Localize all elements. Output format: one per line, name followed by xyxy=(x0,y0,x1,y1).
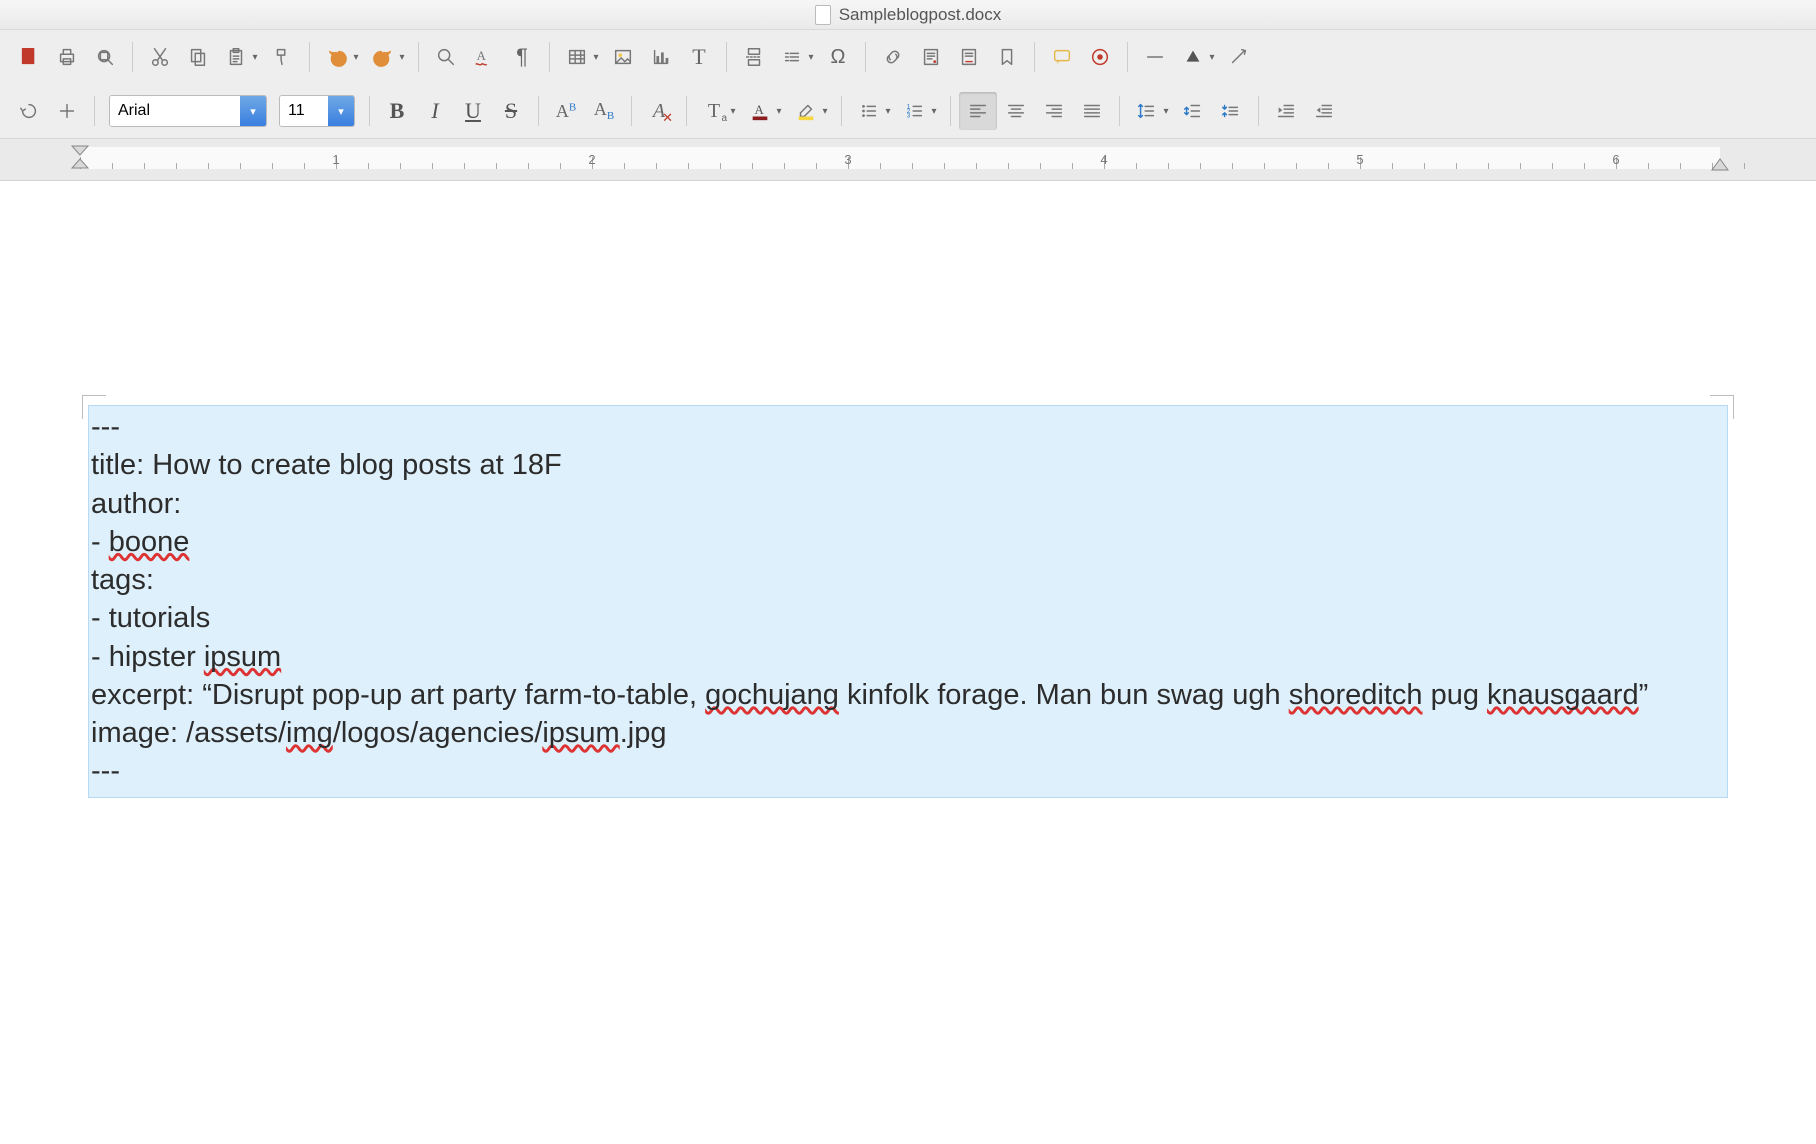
hyperlink-button[interactable] xyxy=(874,38,912,76)
svg-text:3: 3 xyxy=(907,112,911,119)
format-paintbrush-button[interactable] xyxy=(263,38,301,76)
window-title: Sampleblogpost.docx xyxy=(839,5,1002,25)
formatting-marks-button[interactable]: ¶ xyxy=(503,38,541,76)
toolbars: ▾ ▾ ▾ A ¶ ▾ T ▾ Ω ▾ xyxy=(0,30,1816,139)
cut-button[interactable] xyxy=(141,38,179,76)
increase-indent-button[interactable] xyxy=(1267,92,1305,130)
align-left-button[interactable] xyxy=(959,92,997,130)
font-name-dropdown-icon[interactable]: ▾ xyxy=(240,96,266,126)
insert-textbox-button[interactable]: T xyxy=(680,38,718,76)
separator xyxy=(631,96,632,126)
italic-button[interactable]: I xyxy=(416,92,454,130)
endnote-button[interactable] xyxy=(950,38,988,76)
separator xyxy=(369,96,370,126)
separator xyxy=(1034,42,1035,72)
clear-formatting-button[interactable]: A✕ xyxy=(640,92,678,130)
special-char-button[interactable]: Ω xyxy=(819,38,857,76)
separator xyxy=(549,42,550,72)
redo-button[interactable] xyxy=(364,38,402,76)
export-pdf-button[interactable] xyxy=(10,38,48,76)
number-list-button[interactable]: 123 xyxy=(896,92,934,130)
svg-text:A: A xyxy=(477,49,487,63)
bold-button[interactable]: B xyxy=(378,92,416,130)
new-style-button[interactable] xyxy=(48,92,86,130)
spellcheck-button[interactable]: A xyxy=(465,38,503,76)
bookmark-button[interactable] xyxy=(988,38,1026,76)
font-size-combo[interactable]: ▾ xyxy=(279,95,355,127)
find-button[interactable] xyxy=(427,38,465,76)
superscript-button[interactable]: AB xyxy=(547,92,585,130)
insert-table-button[interactable] xyxy=(558,38,596,76)
separator xyxy=(309,42,310,72)
print-button[interactable] xyxy=(48,38,86,76)
para-spacing-decrease-button[interactable] xyxy=(1212,92,1250,130)
font-name-input[interactable] xyxy=(110,96,240,126)
separator xyxy=(726,42,727,72)
insert-comment-button[interactable] xyxy=(1043,38,1081,76)
track-changes-button[interactable] xyxy=(1081,38,1119,76)
text-selection[interactable]: --- title: How to create blog posts at 1… xyxy=(88,405,1728,798)
highlight-button[interactable] xyxy=(787,92,825,130)
para-spacing-increase-button[interactable] xyxy=(1174,92,1212,130)
footnote-button[interactable] xyxy=(912,38,950,76)
separator xyxy=(950,96,951,126)
insert-image-button[interactable] xyxy=(604,38,642,76)
omega-icon: Ω xyxy=(831,46,846,69)
underline-button[interactable]: U xyxy=(454,92,492,130)
window-titlebar: Sampleblogpost.docx xyxy=(0,0,1816,30)
font-name-combo[interactable]: ▾ xyxy=(109,95,267,127)
left-indent-marker[interactable] xyxy=(71,145,89,169)
separator xyxy=(841,96,842,126)
toolbar-formatting: ▾ ▾ B I U S AB AB A✕ Ta ▾ A ▾ ▾ ▾ 123 ▾ xyxy=(0,84,1816,138)
align-center-button[interactable] xyxy=(997,92,1035,130)
basic-shapes-button[interactable] xyxy=(1174,38,1212,76)
paste-button[interactable] xyxy=(217,38,255,76)
decrease-indent-button[interactable] xyxy=(1305,92,1343,130)
font-color-button[interactable]: A xyxy=(741,92,779,130)
svg-text:A: A xyxy=(755,103,765,117)
text-icon: T xyxy=(692,44,705,70)
separator xyxy=(1119,96,1120,126)
separator xyxy=(418,42,419,72)
draw-functions-button[interactable] xyxy=(1220,38,1258,76)
print-preview-button[interactable] xyxy=(86,38,124,76)
separator xyxy=(1127,42,1128,72)
page-break-button[interactable] xyxy=(735,38,773,76)
horizontal-ruler[interactable]: 123456 xyxy=(0,139,1816,181)
toolbar-standard: ▾ ▾ ▾ A ¶ ▾ T ▾ Ω ▾ xyxy=(0,30,1816,84)
separator xyxy=(865,42,866,72)
subscript-button[interactable]: AB xyxy=(585,92,623,130)
font-size-input[interactable] xyxy=(280,96,328,126)
separator xyxy=(1258,96,1259,126)
align-justify-button[interactable] xyxy=(1073,92,1111,130)
undo-button[interactable] xyxy=(318,38,356,76)
copy-button[interactable] xyxy=(179,38,217,76)
insert-chart-button[interactable] xyxy=(642,38,680,76)
document-icon xyxy=(815,5,831,25)
bullet-list-button[interactable] xyxy=(850,92,888,130)
align-right-button[interactable] xyxy=(1035,92,1073,130)
separator xyxy=(686,96,687,126)
separator xyxy=(94,96,95,126)
char-style-button[interactable]: Ta xyxy=(695,92,733,130)
strikethrough-button[interactable]: S xyxy=(492,92,530,130)
document-area[interactable]: --- title: How to create blog posts at 1… xyxy=(0,181,1816,1144)
document-text[interactable]: --- title: How to create blog posts at 1… xyxy=(91,408,1725,791)
insert-field-button[interactable] xyxy=(773,38,811,76)
line-spacing-button[interactable] xyxy=(1128,92,1166,130)
separator xyxy=(538,96,539,126)
separator xyxy=(132,42,133,72)
right-indent-marker[interactable] xyxy=(1711,157,1729,171)
font-size-dropdown-icon[interactable]: ▾ xyxy=(328,96,354,126)
pilcrow-icon: ¶ xyxy=(516,44,528,70)
update-style-button[interactable] xyxy=(10,92,48,130)
insert-line-button[interactable] xyxy=(1136,38,1174,76)
